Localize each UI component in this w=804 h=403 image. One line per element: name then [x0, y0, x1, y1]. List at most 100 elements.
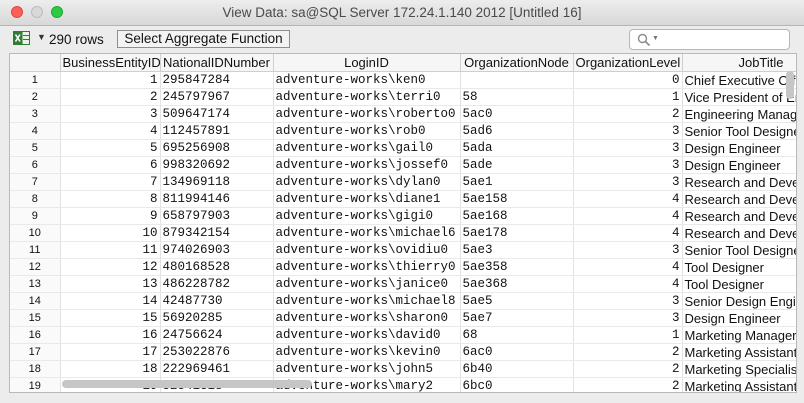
cell-job-title[interactable]: Tool Designer [682, 258, 796, 276]
cell-national-id-number[interactable]: 486228782 [160, 275, 274, 293]
cell-business-entity-id[interactable]: 9 [60, 207, 161, 225]
vertical-scrollbar[interactable] [786, 71, 794, 99]
cell-job-title[interactable]: Senior Design Engineer [682, 292, 796, 310]
cell-row-number[interactable]: 8 [10, 190, 61, 208]
cell-organization-level[interactable]: 2 [573, 360, 683, 378]
cell-organization-node[interactable]: 5ae5 [460, 292, 574, 310]
title-bar[interactable]: View Data: sa@SQL Server 172.24.1.140 20… [0, 0, 804, 26]
excel-icon[interactable] [13, 31, 30, 45]
cell-job-title[interactable]: Tool Designer [682, 275, 796, 293]
cell-business-entity-id[interactable]: 13 [60, 275, 161, 293]
cell-organization-level[interactable]: 3 [573, 292, 683, 310]
cell-organization-node[interactable]: 6b40 [460, 360, 574, 378]
cell-organization-node[interactable]: 5ae358 [460, 258, 574, 276]
column-header-organization-node[interactable]: OrganizationNode [460, 54, 574, 72]
cell-row-number[interactable]: 14 [10, 292, 61, 310]
cell-organization-level[interactable]: 3 [573, 156, 683, 174]
cell-organization-node[interactable]: 68 [460, 326, 574, 344]
table-row[interactable]: 8 8 811994146 adventure-works\diane1 5ae158 4… [10, 190, 796, 208]
cell-organization-node[interactable]: 5ae7 [460, 309, 574, 327]
cell-national-id-number[interactable]: 42487730 [160, 292, 274, 310]
cell-login-id[interactable]: adventure-works\janice0 [273, 275, 461, 293]
cell-job-title[interactable]: Senior Tool Designer [682, 241, 796, 259]
table-row[interactable]: 14 14 42487730 adventure-works\michael8 5ae5… [10, 292, 796, 310]
cell-business-entity-id[interactable]: 8 [60, 190, 161, 208]
cell-login-id[interactable]: adventure-works\michael6 [273, 224, 461, 242]
cell-login-id[interactable]: adventure-works\dylan0 [273, 173, 461, 191]
cell-national-id-number[interactable]: 56920285 [160, 309, 274, 327]
cell-job-title[interactable]: Research and Development Engineer [682, 207, 796, 225]
cell-row-number[interactable]: 11 [10, 241, 61, 259]
table-row[interactable]: 3 3 509647174 adventure-works\roberto0 5ac0 2… [10, 105, 796, 123]
cell-login-id[interactable]: adventure-works\david0 [273, 326, 461, 344]
select-aggregate-function-button[interactable]: Select Aggregate Function [117, 30, 290, 48]
search-options-icon[interactable]: ▼ [652, 35, 659, 42]
cell-login-id[interactable]: adventure-works\rob0 [273, 122, 461, 140]
cell-national-id-number[interactable]: 245797967 [160, 88, 274, 106]
cell-job-title[interactable]: Research and Development Engineer [682, 190, 796, 208]
column-header-organization-level[interactable]: OrganizationLevel [573, 54, 683, 72]
cell-national-id-number[interactable]: 974026903 [160, 241, 274, 259]
cell-organization-node[interactable]: 58 [460, 88, 574, 106]
cell-row-number[interactable]: 19 [10, 377, 61, 392]
cell-organization-node[interactable]: 5ac0 [460, 105, 574, 123]
table-row[interactable]: 6 6 998320692 adventure-works\jossef0 5ade 3 D… [10, 156, 796, 174]
table-row[interactable]: 1 1 295847284 adventure-works\ken0 0 Chief Ex… [10, 71, 796, 89]
cell-row-number[interactable]: 5 [10, 139, 61, 157]
cell-business-entity-id[interactable]: 11 [60, 241, 161, 259]
cell-business-entity-id[interactable]: 18 [60, 360, 161, 378]
cell-business-entity-id[interactable]: 7 [60, 173, 161, 191]
cell-organization-node[interactable]: 5ae368 [460, 275, 574, 293]
cell-national-id-number[interactable]: 658797903 [160, 207, 274, 225]
cell-organization-node[interactable]: 5ae1 [460, 173, 574, 191]
cell-business-entity-id[interactable]: 10 [60, 224, 161, 242]
cell-row-number[interactable]: 1 [10, 71, 61, 89]
cell-job-title[interactable]: Marketing Assistant [682, 343, 796, 361]
horizontal-scrollbar[interactable] [62, 380, 312, 388]
cell-organization-node[interactable]: 5ae178 [460, 224, 574, 242]
cell-organization-level[interactable]: 2 [573, 343, 683, 361]
column-header-national-id-number[interactable]: NationalIDNumber [160, 54, 274, 72]
cell-organization-node[interactable]: 6bc0 [460, 377, 574, 392]
cell-organization-node[interactable] [460, 71, 574, 89]
cell-organization-level[interactable]: 0 [573, 71, 683, 89]
cell-national-id-number[interactable]: 134969118 [160, 173, 274, 191]
cell-national-id-number[interactable]: 295847284 [160, 71, 274, 89]
cell-organization-level[interactable]: 3 [573, 122, 683, 140]
export-dropdown-icon[interactable]: ▼ [37, 32, 46, 42]
table-row[interactable]: 9 9 658797903 adventure-works\gigi0 5ae168 4 R… [10, 207, 796, 225]
cell-organization-level[interactable]: 4 [573, 224, 683, 242]
cell-business-entity-id[interactable]: 1 [60, 71, 161, 89]
cell-organization-node[interactable]: 5ad6 [460, 122, 574, 140]
cell-business-entity-id[interactable]: 4 [60, 122, 161, 140]
cell-login-id[interactable]: adventure-works\john5 [273, 360, 461, 378]
cell-job-title[interactable]: Marketing Manager [682, 326, 796, 344]
cell-organization-node[interactable]: 6ac0 [460, 343, 574, 361]
table-row[interactable]: 2 2 245797967 adventure-works\terri0 58 1 Vice… [10, 88, 796, 106]
search-input[interactable]: ▼ [629, 29, 790, 50]
cell-organization-node[interactable]: 5ae158 [460, 190, 574, 208]
cell-row-number[interactable]: 7 [10, 173, 61, 191]
cell-business-entity-id[interactable]: 12 [60, 258, 161, 276]
cell-business-entity-id[interactable]: 3 [60, 105, 161, 123]
cell-organization-node[interactable]: 5ade [460, 156, 574, 174]
table-row[interactable]: 5 5 695256908 adventure-works\gail0 5ada 3 Des… [10, 139, 796, 157]
cell-login-id[interactable]: adventure-works\terri0 [273, 88, 461, 106]
cell-national-id-number[interactable]: 112457891 [160, 122, 274, 140]
cell-national-id-number[interactable]: 811994146 [160, 190, 274, 208]
cell-row-number[interactable]: 18 [10, 360, 61, 378]
cell-organization-level[interactable]: 4 [573, 258, 683, 276]
cell-job-title[interactable]: Marketing Specialist [682, 360, 796, 378]
cell-national-id-number[interactable]: 24756624 [160, 326, 274, 344]
cell-job-title[interactable]: Design Engineer [682, 139, 796, 157]
cell-row-number[interactable]: 15 [10, 309, 61, 327]
cell-login-id[interactable]: adventure-works\ken0 [273, 71, 461, 89]
cell-job-title[interactable]: Senior Tool Designer [682, 122, 796, 140]
cell-row-number[interactable]: 9 [10, 207, 61, 225]
cell-row-number[interactable]: 17 [10, 343, 61, 361]
cell-organization-level[interactable]: 3 [573, 241, 683, 259]
table-row[interactable]: 10 10 879342154 adventure-works\michael6 5ae… [10, 224, 796, 242]
cell-row-number[interactable]: 6 [10, 156, 61, 174]
cell-row-number[interactable]: 13 [10, 275, 61, 293]
cell-login-id[interactable]: adventure-works\kevin0 [273, 343, 461, 361]
